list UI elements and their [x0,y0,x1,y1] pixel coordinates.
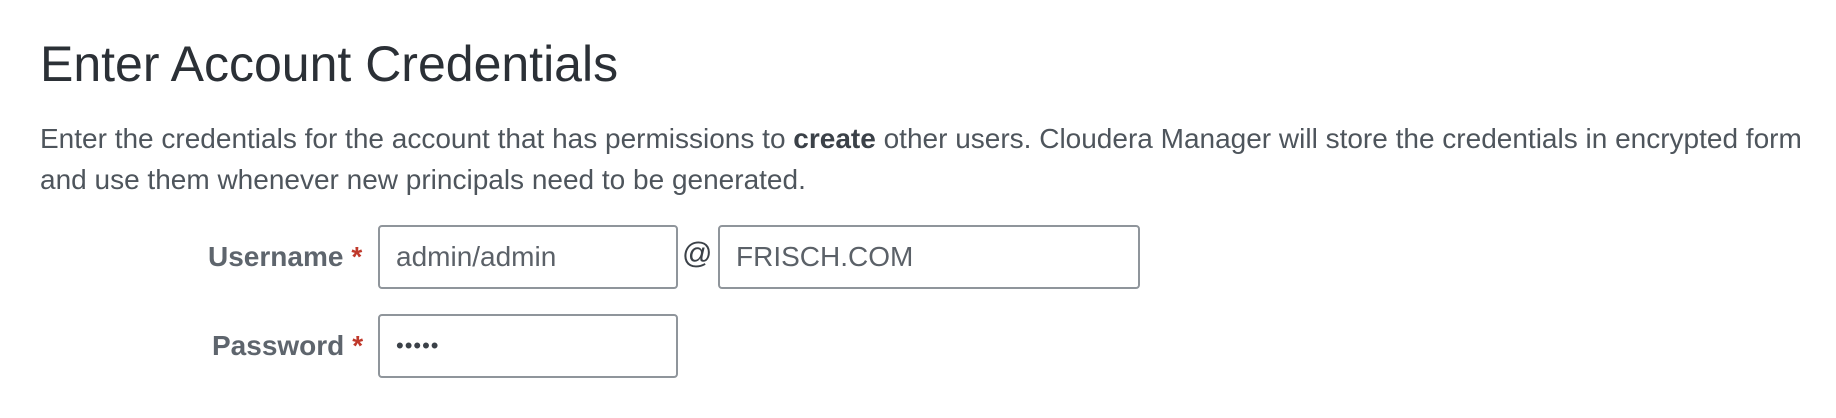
username-label: Username * [208,241,362,273]
password-input[interactable] [378,314,678,378]
page-description: Enter the credentials for the account th… [40,118,1830,200]
username-required-marker: * [351,241,363,272]
password-label-text: Password [212,330,345,361]
description-text-start: Enter the credentials for the account th… [40,123,794,154]
description-bold-create: create [793,123,876,154]
username-label-text: Username [208,241,344,272]
at-symbol: @ [682,237,713,270]
page-title: Enter Account Credentials [40,36,619,92]
realm-input[interactable] [718,225,1140,289]
description-text-line2: and use them whenever new principals nee… [40,164,806,195]
description-text-end: other users. Cloudera Manager will store… [875,123,1802,154]
password-required-marker: * [352,330,364,361]
username-input[interactable] [378,225,678,289]
password-label: Password * [212,330,363,362]
